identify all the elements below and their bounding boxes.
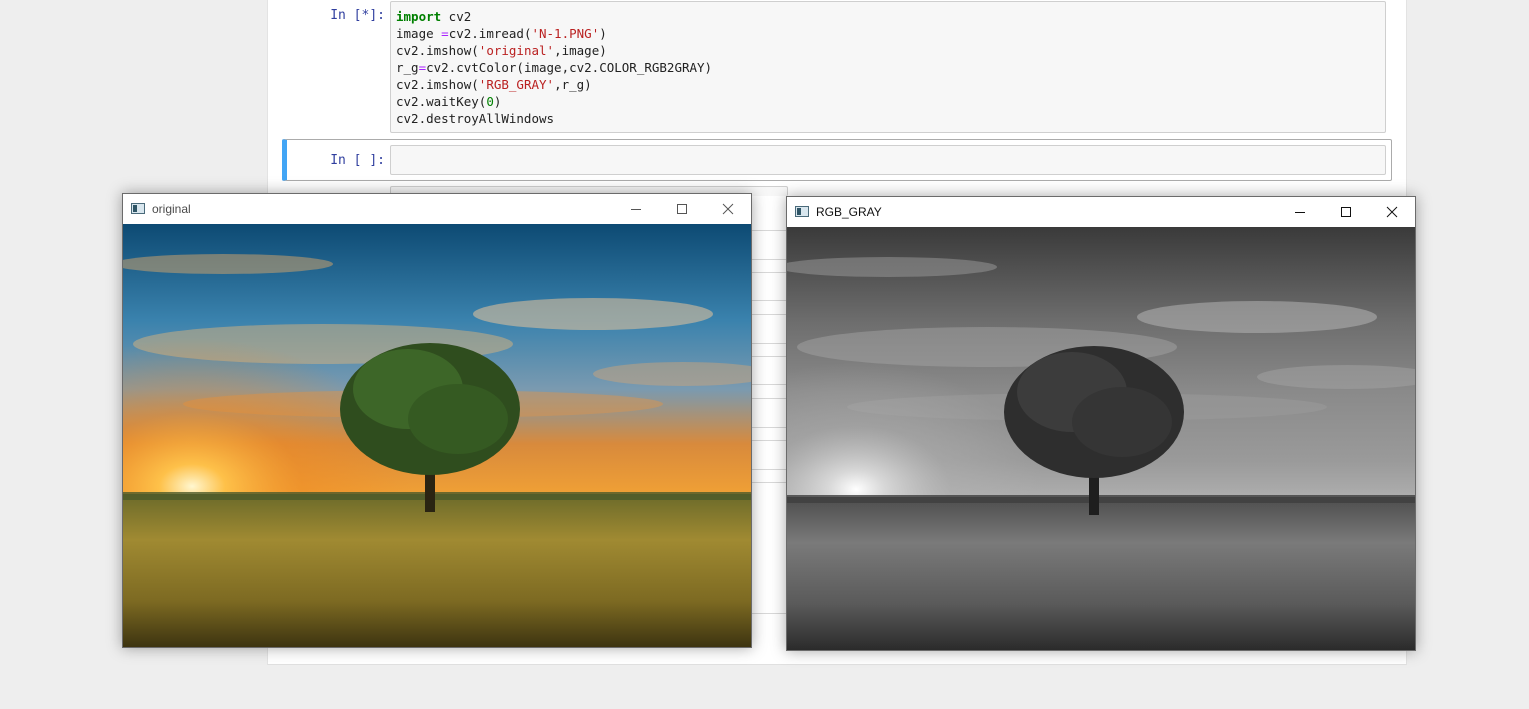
code-line: image =cv2.imread('N-1.PNG') [396, 26, 607, 41]
code-line: import cv2 [396, 9, 472, 24]
code-editor[interactable]: import cv2 image =cv2.imread('N-1.PNG') cv… [391, 2, 1385, 133]
code-line: cv2.waitKey(0) [396, 94, 502, 109]
minimize-icon[interactable] [1277, 197, 1323, 227]
cell-prompt: In [ ]: [330, 153, 385, 168]
app-window-icon [795, 206, 809, 217]
code-line: cv2.imshow('RGB_GRAY',r_g) [396, 77, 592, 92]
grayscale-photo [787, 227, 1415, 650]
original-image-window[interactable]: original [122, 193, 752, 648]
window-titlebar[interactable]: original [123, 194, 751, 224]
maximize-icon[interactable] [1323, 197, 1369, 227]
close-icon[interactable] [1369, 197, 1415, 227]
cell-prompt: In [*]: [330, 8, 385, 23]
landscape-photo [123, 224, 751, 647]
minimize-icon[interactable] [613, 194, 659, 224]
code-line: cv2.destroyAllWindows [396, 111, 555, 126]
code-line: cv2.imshow('original',image) [396, 43, 607, 58]
app-window-icon [131, 203, 145, 214]
window-titlebar[interactable]: RGB_GRAY [787, 197, 1415, 227]
maximize-icon[interactable] [659, 194, 705, 224]
gray-image-window[interactable]: RGB_GRAY [786, 196, 1416, 651]
close-icon[interactable] [705, 194, 751, 224]
empty-code-cell-input[interactable] [390, 145, 1386, 175]
code-line: r_g=cv2.cvtColor(image,cv2.COLOR_RGB2GRA… [396, 60, 713, 75]
window-title: original [152, 202, 191, 216]
code-cell-input[interactable]: import cv2 image =cv2.imread('N-1.PNG') cv… [390, 1, 1386, 133]
window-title: RGB_GRAY [816, 205, 882, 219]
